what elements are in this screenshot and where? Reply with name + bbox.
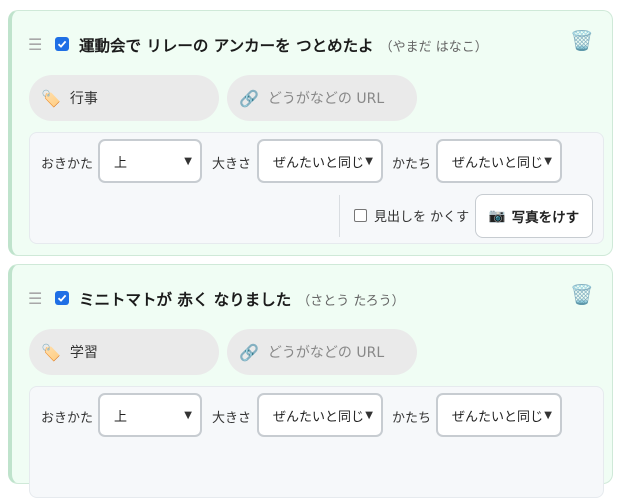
shape-label: かたち bbox=[392, 157, 432, 172]
divider bbox=[339, 195, 340, 237]
shape-select-value: ぜんたいと同じ bbox=[452, 155, 544, 171]
hide-heading-checkbox[interactable] bbox=[354, 209, 367, 222]
entry-title: 運動会で リレーの アンカーを つとめたよ （やまだ はなこ） bbox=[79, 34, 488, 56]
chevron-down-icon: ▼ bbox=[184, 155, 192, 167]
tag-icon: 🏷️ bbox=[41, 88, 61, 108]
size-select-value: ぜんたいと同じ bbox=[273, 155, 365, 171]
category-value: 学習 bbox=[69, 345, 98, 361]
check-icon bbox=[57, 40, 67, 48]
camera-icon: 📷 bbox=[488, 208, 506, 224]
entry-author: （さとう たろう） bbox=[297, 294, 405, 309]
entry-author: （やまだ はなこ） bbox=[379, 40, 488, 55]
chevron-down-icon: ▼ bbox=[365, 155, 373, 167]
link-icon: 🔗 bbox=[239, 88, 259, 108]
video-url-placeholder: どうがなどの URL bbox=[267, 345, 385, 361]
size-select[interactable]: ぜんたいと同じ ▼ bbox=[257, 139, 383, 183]
trash-icon[interactable]: 🗑️ bbox=[570, 286, 594, 305]
chevron-down-icon: ▼ bbox=[184, 409, 192, 421]
entry-title: ミニトマトが 赤く なりました （さとう たろう） bbox=[79, 288, 405, 310]
shape-select[interactable]: ぜんたいと同じ ▼ bbox=[436, 393, 562, 437]
align-select-value: 上 bbox=[114, 155, 128, 171]
video-url-placeholder: どうがなどの URL bbox=[267, 91, 385, 107]
shape-select[interactable]: ぜんたいと同じ ▼ bbox=[436, 139, 562, 183]
align-select[interactable]: 上 ▼ bbox=[98, 393, 202, 437]
size-select-value: ぜんたいと同じ bbox=[273, 409, 365, 425]
category-field[interactable]: 🏷️ 行事 bbox=[29, 75, 219, 121]
remove-photo-button[interactable]: 📷 写真をけす bbox=[475, 194, 593, 238]
entry-checkbox[interactable] bbox=[55, 291, 69, 305]
size-label: 大きさ bbox=[212, 157, 252, 172]
category-value: 行事 bbox=[69, 91, 98, 107]
align-select[interactable]: 上 ▼ bbox=[98, 139, 202, 183]
trash-icon[interactable]: 🗑️ bbox=[570, 32, 594, 51]
tag-icon: 🏷️ bbox=[41, 342, 61, 362]
entry-card: ☰ 運動会で リレーの アンカーを つとめたよ （やまだ はなこ） 🗑️ 🏷️ 行… bbox=[8, 10, 613, 256]
category-field[interactable]: 🏷️ 学習 bbox=[29, 329, 219, 375]
link-icon: 🔗 bbox=[239, 342, 259, 362]
size-select[interactable]: ぜんたいと同じ ▼ bbox=[257, 393, 383, 437]
remove-photo-label: 写真をけす bbox=[511, 210, 580, 226]
drag-handle-icon[interactable]: ☰ bbox=[28, 37, 42, 53]
hide-heading-label: 見出しを かくす bbox=[374, 210, 470, 225]
photo-settings-panel: おきかた 上 ▼ 大きさ ぜんたいと同じ ▼ かたち ぜんたいと同じ ▼ bbox=[29, 386, 604, 498]
chevron-down-icon: ▼ bbox=[365, 409, 373, 421]
shape-label: かたち bbox=[392, 411, 432, 426]
chevron-down-icon: ▼ bbox=[544, 155, 552, 167]
entry-title-text: ミニトマトが 赤く なりました bbox=[79, 291, 292, 309]
shape-select-value: ぜんたいと同じ bbox=[452, 409, 544, 425]
photo-settings-panel: おきかた 上 ▼ 大きさ ぜんたいと同じ ▼ かたち ぜんたいと同じ ▼ 見出し… bbox=[29, 132, 604, 244]
chevron-down-icon: ▼ bbox=[544, 409, 552, 421]
video-url-input[interactable]: 🔗 どうがなどの URL bbox=[227, 75, 417, 121]
video-url-input[interactable]: 🔗 どうがなどの URL bbox=[227, 329, 417, 375]
size-label: 大きさ bbox=[212, 411, 252, 426]
align-label: おきかた bbox=[41, 157, 94, 172]
entry-title-text: 運動会で リレーの アンカーを つとめたよ bbox=[79, 37, 374, 55]
entry-checkbox[interactable] bbox=[55, 37, 69, 51]
align-label: おきかた bbox=[41, 411, 94, 426]
check-icon bbox=[57, 294, 67, 302]
entry-card: ☰ ミニトマトが 赤く なりました （さとう たろう） 🗑️ 🏷️ 学習 🔗 どう… bbox=[8, 264, 613, 498]
align-select-value: 上 bbox=[114, 409, 128, 425]
drag-handle-icon[interactable]: ☰ bbox=[28, 291, 42, 307]
